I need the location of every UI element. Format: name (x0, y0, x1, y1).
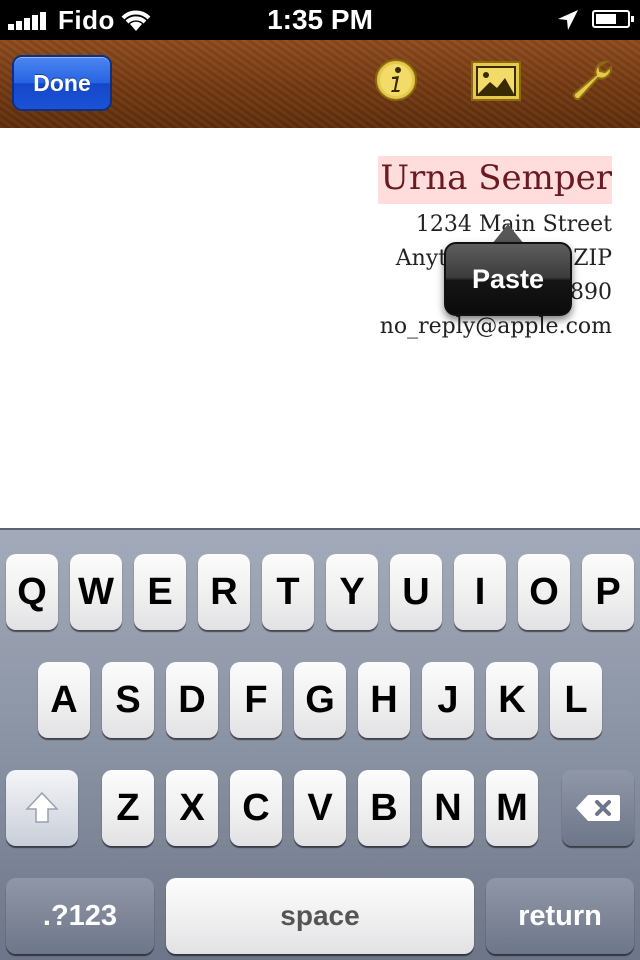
key-d[interactable]: D (166, 662, 218, 738)
status-time: 1:35 PM (267, 4, 373, 35)
key-c[interactable]: C (230, 770, 282, 846)
location-arrow-icon (558, 10, 578, 30)
key-e[interactable]: E (134, 554, 186, 630)
key-p[interactable]: P (582, 554, 634, 630)
battery-icon (592, 10, 634, 28)
space-key[interactable]: space (166, 878, 474, 954)
key-q[interactable]: Q (6, 554, 58, 630)
address-name[interactable]: Urna Semper (378, 156, 612, 204)
key-v[interactable]: V (294, 770, 346, 846)
key-j[interactable]: J (422, 662, 474, 738)
wrench-icon[interactable] (568, 58, 614, 104)
key-f[interactable]: F (230, 662, 282, 738)
key-m[interactable]: M (486, 770, 538, 846)
key-s[interactable]: S (102, 662, 154, 738)
keyboard: Q W E R T Y U I O P A S D F G H J K L Z X C V B N M .?123 space retu… (0, 528, 640, 960)
key-r[interactable]: R (198, 554, 250, 630)
key-l[interactable]: L (550, 662, 602, 738)
toolbar: Done (0, 40, 640, 128)
key-y[interactable]: Y (326, 554, 378, 630)
address-document[interactable]: Urna Semper 1234 Main Street Anytown, St… (0, 128, 640, 528)
key-h[interactable]: H (358, 662, 410, 738)
key-a[interactable]: A (38, 662, 90, 738)
status-bar: Fido 1:35 PM (0, 0, 640, 40)
key-w[interactable]: W (70, 554, 122, 630)
backspace-icon (576, 795, 620, 821)
photo-icon[interactable] (470, 58, 522, 104)
key-z[interactable]: Z (102, 770, 154, 846)
done-button[interactable]: Done (12, 55, 112, 111)
shift-key[interactable] (6, 770, 78, 846)
paste-button[interactable]: Paste (444, 242, 572, 316)
delete-key[interactable] (562, 770, 634, 846)
shift-arrow-icon (25, 791, 59, 823)
popup-arrow (492, 224, 524, 244)
key-t[interactable]: T (262, 554, 314, 630)
key-u[interactable]: U (390, 554, 442, 630)
key-n[interactable]: N (422, 770, 474, 846)
return-key[interactable]: return (486, 878, 634, 954)
key-b[interactable]: B (358, 770, 410, 846)
numbers-key[interactable]: .?123 (6, 878, 154, 954)
address-email[interactable]: no_reply@apple.com (380, 314, 612, 339)
key-o[interactable]: O (518, 554, 570, 630)
key-x[interactable]: X (166, 770, 218, 846)
key-i[interactable]: I (454, 554, 506, 630)
key-g[interactable]: G (294, 662, 346, 738)
key-k[interactable]: K (486, 662, 538, 738)
info-icon[interactable] (374, 58, 418, 102)
